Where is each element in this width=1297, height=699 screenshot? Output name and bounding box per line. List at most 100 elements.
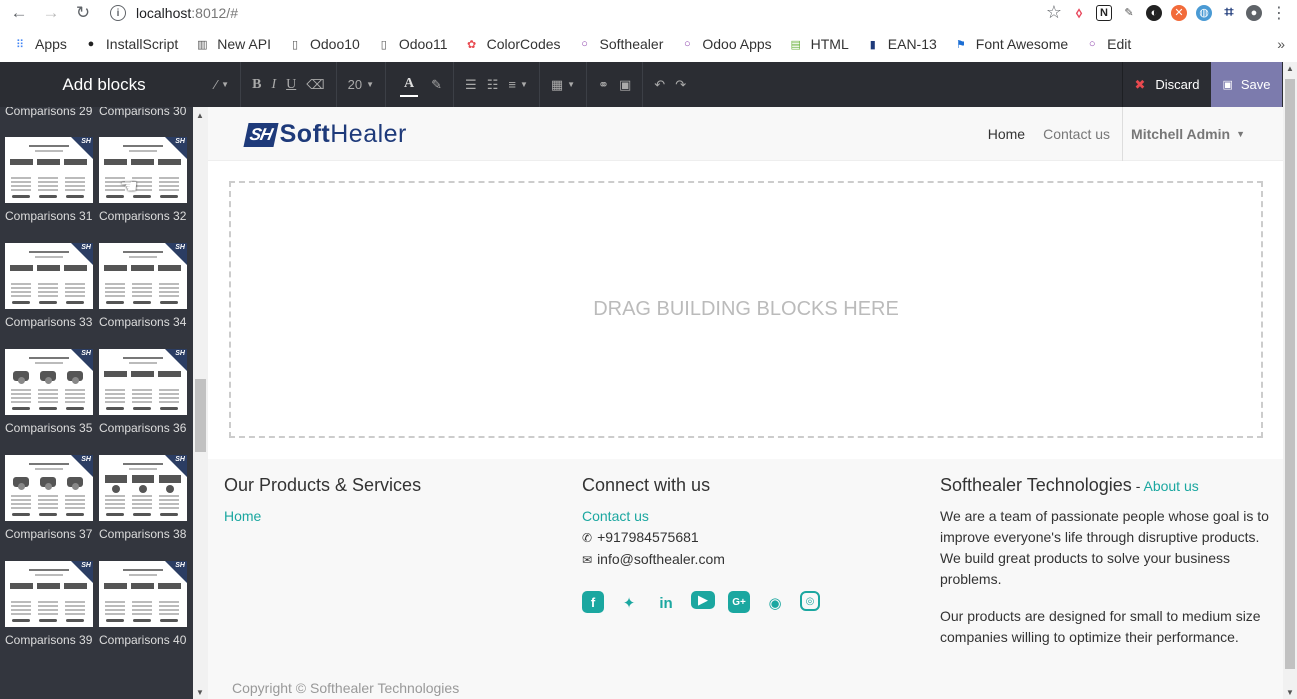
block-label: Comparisons 39 (5, 633, 93, 647)
scroll-down-icon[interactable]: ▼ (196, 688, 204, 697)
drop-zone[interactable]: DRAG BUILDING BLOCKS HERE (229, 181, 1263, 438)
block-label[interactable]: Comparisons 29 (5, 107, 99, 118)
bookmark-ean-13[interactable]: ▮ EAN-13 (865, 36, 937, 52)
block-thumbnail[interactable]: SH Comparisons 38 (99, 455, 189, 541)
magic-wand-dropdown[interactable]: ⁄ ▼ (210, 62, 234, 107)
page-scrollbar[interactable]: ▲ ▼ (1283, 62, 1297, 699)
bookmark-new-api[interactable]: ▥ New API (194, 36, 271, 52)
magic-wand-icon: ⁄ (215, 77, 218, 92)
text-color-button[interactable]: A (400, 73, 419, 97)
align-dropdown[interactable]: ≡ ▼ (503, 62, 533, 107)
bookmark-apps[interactable]: ⠿ Apps (12, 36, 67, 52)
numbered-list-button[interactable]: ☷ (482, 62, 504, 107)
save-button[interactable]: ▣ Save (1211, 62, 1282, 107)
scroll-up-icon[interactable]: ▲ (1286, 64, 1294, 73)
table-dropdown[interactable]: ▦ ▼ (546, 62, 580, 107)
google-plus-icon[interactable]: G+ (728, 591, 750, 613)
footer-products: Our Products & Services Home (224, 475, 421, 527)
youtube-icon[interactable]: ▶ (691, 591, 715, 609)
font-size-dropdown[interactable]: 20 ▼ (343, 62, 379, 107)
site-header: SH SoftHealer Home Contact us Mitchell A… (208, 107, 1283, 161)
user-menu[interactable]: Mitchell Admin ▼ (1122, 107, 1245, 161)
paint-brush-button[interactable]: ✎ (426, 62, 447, 107)
bookmark-odoo11[interactable]: ▯ Odoo11 (376, 36, 448, 52)
block-thumbnail[interactable]: SH Comparisons 34 (99, 243, 189, 329)
block-thumbnail[interactable]: SH Comparisons 33 (5, 243, 95, 329)
table-icon: ▦ (550, 76, 564, 92)
bookmark-html[interactable]: ▤ HTML (788, 36, 848, 52)
twitter-icon[interactable]: ✦ (617, 591, 641, 615)
sidebar-scrollbar[interactable]: ▲ ▼ (193, 107, 208, 699)
footer-email: ✉ info@softhealer.com (582, 551, 725, 567)
profile-avatar-icon[interactable]: ● (1246, 4, 1262, 21)
bold-button[interactable]: B (247, 62, 266, 107)
chevron-down-icon: ▼ (1236, 129, 1245, 139)
bookmark-installscript[interactable]: ● InstallScript (83, 36, 179, 52)
scroll-up-icon[interactable]: ▲ (196, 111, 204, 120)
menu-home[interactable]: Home (988, 126, 1025, 142)
italic-button[interactable]: I (266, 62, 281, 107)
about-us-link[interactable]: About us (1143, 478, 1198, 494)
discard-button[interactable]: ✖ Discard (1122, 62, 1211, 107)
eraser-button[interactable]: ⌫ (301, 62, 329, 107)
link-button[interactable]: ⚭ (593, 62, 614, 107)
bookmark-label: Font Awesome (975, 36, 1069, 52)
softhealer-logo[interactable]: SH SoftHealer (243, 120, 407, 149)
block-thumbnail[interactable]: SH Comparisons 40 (99, 561, 189, 647)
bookmark-star-icon[interactable]: ☆ (1046, 2, 1062, 23)
sidebar-scroll-thumb[interactable] (195, 379, 206, 452)
block-thumbnail[interactable]: SH Comparisons 36 (99, 349, 189, 435)
menu-contact-us[interactable]: Contact us (1043, 126, 1110, 142)
redo-button[interactable]: ↷ (670, 62, 691, 107)
bookmark-softhealer[interactable]: ○ Softhealer (577, 36, 664, 52)
globe-extension-icon[interactable]: ◍ (1196, 4, 1212, 21)
bookmark-edit[interactable]: ○ Edit (1084, 36, 1131, 52)
extension-red-icon[interactable]: ⬨ (1071, 4, 1087, 21)
block-thumbnail[interactable]: SH Comparisons 32 (99, 137, 189, 223)
bookmark-colorcodes[interactable]: ✿ ColorCodes (464, 36, 561, 52)
back-button[interactable]: ← (6, 1, 32, 25)
bookmark-label: New API (217, 36, 271, 52)
linkedin-icon[interactable]: in (654, 591, 678, 615)
page-scroll-thumb[interactable] (1285, 79, 1295, 669)
github-icon[interactable]: ◉ (763, 591, 787, 615)
block-thumbnail[interactable]: SH Comparisons 39 (5, 561, 95, 647)
bullet-list-button[interactable]: ☰ (460, 62, 482, 107)
undo-button[interactable]: ↶ (649, 62, 670, 107)
eyedropper-extension-icon[interactable]: ✎ (1121, 5, 1137, 21)
block-thumbnail[interactable]: SH Comparisons 37 (5, 455, 95, 541)
browser-menu-icon[interactable]: ⋮ (1271, 3, 1287, 23)
bookmark-odoo10[interactable]: ▯ Odoo10 (287, 36, 360, 52)
footer-contact-link[interactable]: Contact us (582, 506, 820, 527)
dark-circle-extension-icon[interactable]: ◐ (1146, 4, 1162, 21)
footer-home-link[interactable]: Home (224, 506, 421, 527)
extensions-area: ☆ ⬨ N ✎ ◐ ✕ ◍ ⌗ ● ⋮ (1046, 2, 1287, 23)
block-thumbnail[interactable]: SH Comparisons 35 (5, 349, 95, 435)
footer-about-para1: We are a team of passionate people whose… (940, 508, 1269, 587)
block-thumbnail[interactable]: SH Comparisons 31 (5, 137, 95, 223)
grid-extension-icon[interactable]: ⌗ (1221, 4, 1237, 21)
scroll-down-icon[interactable]: ▼ (1286, 688, 1294, 697)
reload-button[interactable]: ↻ (70, 1, 96, 25)
bookmark-font-awesome[interactable]: ⚑ Font Awesome (953, 36, 1068, 52)
bookmark-label: Softhealer (599, 36, 664, 52)
facebook-icon[interactable]: f (582, 591, 604, 613)
paint-brush-icon: ✎ (431, 76, 443, 92)
orange-extension-icon[interactable]: ✕ (1171, 4, 1187, 21)
envelope-icon: ✉ (582, 553, 593, 567)
info-icon[interactable]: i (110, 5, 126, 21)
underline-button[interactable]: U (281, 62, 301, 107)
bookmark-odoo-apps[interactable]: ○ Odoo Apps (679, 36, 772, 52)
forward-button[interactable]: → (38, 1, 64, 25)
instagram-icon[interactable]: ◎ (800, 591, 820, 611)
block-label: Comparisons 40 (99, 633, 187, 647)
block-preview-image: SH (5, 243, 93, 309)
block-label[interactable]: Comparisons 30 (99, 107, 193, 118)
image-button[interactable]: ▣ (614, 62, 636, 107)
address-bar[interactable]: i localhost:8012/# (110, 1, 238, 25)
notion-extension-icon[interactable]: N (1096, 4, 1112, 21)
bookmark-label: Odoo11 (398, 36, 448, 52)
bullet-list-icon: ☰ (465, 76, 477, 92)
block-label: Comparisons 31 (5, 209, 93, 223)
bookmarks-more-icon[interactable]: » (1277, 36, 1285, 52)
